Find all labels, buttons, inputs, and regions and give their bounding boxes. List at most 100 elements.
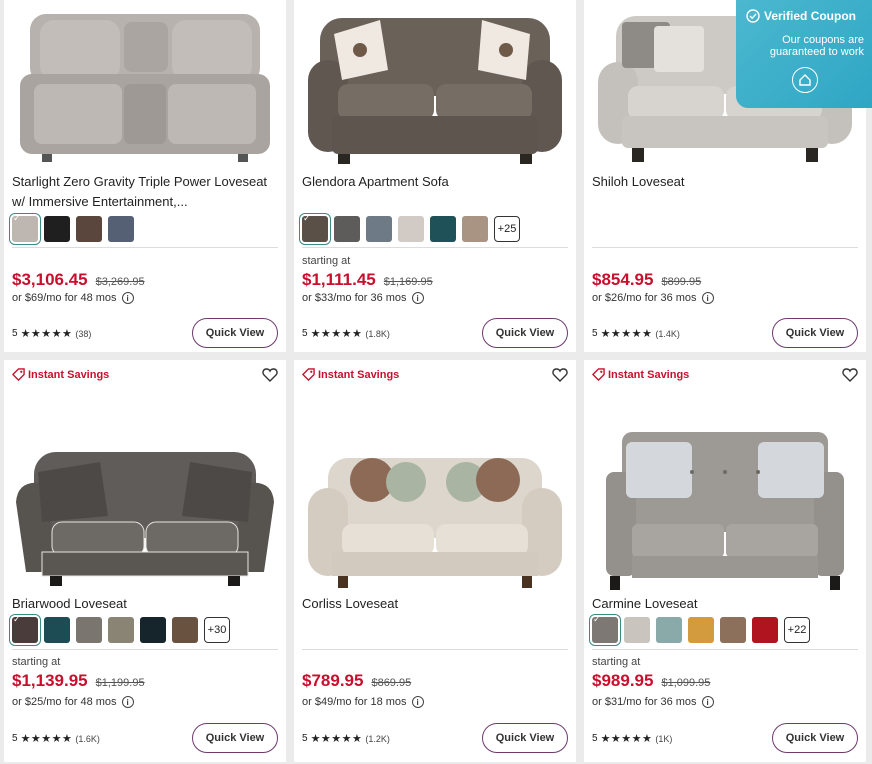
rating[interactable]: 5 ★★★★★ (1.4K) — [592, 327, 680, 340]
swatch[interactable] — [9, 614, 41, 646]
more-colors-button[interactable]: +25 — [494, 216, 520, 242]
financing-label: or $31/mo for 36 mos — [592, 696, 697, 708]
review-count: (1.2K) — [365, 733, 390, 744]
coupon-title-row: Verified Coupon — [746, 9, 856, 23]
swatch[interactable] — [462, 216, 488, 242]
swatch[interactable] — [76, 617, 102, 643]
quick-view-button[interactable]: Quick View — [192, 318, 278, 348]
sale-price: $789.95 — [302, 671, 364, 690]
swatch[interactable] — [398, 216, 424, 242]
swatch[interactable] — [44, 617, 70, 643]
rating[interactable]: 5 ★★★★★ (1.2K) — [302, 732, 390, 745]
divider — [12, 247, 278, 248]
swatch[interactable] — [589, 614, 621, 646]
badge-label: Instant Savings — [318, 368, 400, 381]
review-count: (1.8K) — [365, 328, 390, 339]
star-icons: ★★★★★ — [20, 328, 73, 340]
verified-coupon-widget[interactable]: Verified Coupon Our coupons are guarante… — [736, 0, 872, 108]
product-card: Instant Savings Carmine Loveseat ✓ +22 s… — [584, 360, 866, 762]
price-row: $1,111.45 $1,169.95 — [302, 270, 433, 290]
heart-icon[interactable] — [262, 367, 278, 383]
product-image[interactable] — [302, 4, 568, 166]
product-card: Glendora Apartment Sofa +25 starting at … — [294, 0, 576, 352]
product-name[interactable]: Corliss Loveseat — [302, 594, 568, 614]
coupon-logo-icon[interactable] — [792, 67, 818, 93]
financing-label: or $25/mo for 48 mos — [12, 696, 117, 708]
swatch[interactable] — [688, 617, 714, 643]
financing-text: or $69/mo for 48 mos i — [12, 292, 134, 304]
swatch[interactable] — [656, 617, 682, 643]
rating[interactable]: 5 ★★★★★ (1.6K) — [12, 732, 100, 745]
info-icon[interactable]: i — [701, 696, 714, 708]
product-name[interactable]: Briarwood Loveseat — [12, 594, 278, 614]
product-grid: Starlight Zero Gravity Triple Power Love… — [0, 0, 872, 764]
rating-value: 5 — [12, 733, 18, 744]
financing-label: or $69/mo for 48 mos — [12, 292, 117, 304]
swatch[interactable] — [44, 216, 70, 242]
product-name[interactable]: Starlight Zero Gravity Triple Power Love… — [12, 172, 278, 212]
quick-view-button[interactable]: Quick View — [772, 723, 858, 753]
swatch[interactable] — [108, 617, 134, 643]
rating[interactable]: 5 ★★★★★ (38) — [12, 327, 91, 340]
quick-view-button[interactable]: Quick View — [482, 318, 568, 348]
quick-view-button[interactable]: Quick View — [482, 723, 568, 753]
swatch[interactable] — [752, 617, 778, 643]
swatch[interactable] — [140, 617, 166, 643]
star-icons: ★★★★★ — [20, 733, 73, 745]
quick-view-button[interactable]: Quick View — [192, 723, 278, 753]
more-colors-button[interactable]: +22 — [784, 617, 810, 643]
sale-price: $1,139.95 — [12, 671, 88, 690]
info-icon[interactable]: i — [411, 292, 424, 304]
product-image[interactable] — [592, 412, 858, 592]
swatch[interactable] — [299, 213, 331, 245]
instant-savings-badge: Instant Savings — [12, 368, 109, 381]
instant-savings-badge: Instant Savings — [302, 368, 399, 381]
swatch[interactable] — [430, 216, 456, 242]
rating-value: 5 — [302, 328, 308, 339]
product-card: Starlight Zero Gravity Triple Power Love… — [4, 0, 286, 352]
product-name[interactable]: Glendora Apartment Sofa — [302, 172, 568, 192]
swatch[interactable] — [366, 216, 392, 242]
product-image[interactable] — [12, 4, 278, 166]
review-count: (1.6K) — [75, 733, 100, 744]
original-price: $869.95 — [371, 677, 412, 689]
badge-label: Instant Savings — [28, 368, 110, 381]
swatch[interactable] — [334, 216, 360, 242]
swatch[interactable] — [9, 213, 41, 245]
product-name[interactable]: Shiloh Loveseat — [592, 172, 858, 192]
rating-value: 5 — [592, 733, 598, 744]
price-row: $1,139.95 $1,199.95 — [12, 671, 145, 691]
coupon-subtitle: Our coupons are guaranteed to work — [769, 34, 864, 58]
swatch[interactable] — [108, 216, 134, 242]
original-price: $1,199.95 — [95, 677, 145, 689]
product-image[interactable] — [12, 412, 278, 592]
quick-view-button[interactable]: Quick View — [772, 318, 858, 348]
swatch[interactable] — [76, 216, 102, 242]
info-icon[interactable]: i — [121, 696, 134, 708]
heart-icon[interactable] — [552, 367, 568, 383]
swatch[interactable] — [624, 617, 650, 643]
info-icon[interactable]: i — [121, 292, 134, 304]
swatch[interactable] — [172, 617, 198, 643]
rating[interactable]: 5 ★★★★★ (1.8K) — [302, 327, 390, 340]
product-image[interactable] — [302, 412, 568, 592]
price-row: $789.95 $869.95 — [302, 671, 411, 691]
financing-text: or $49/mo for 18 mos i — [302, 696, 424, 708]
info-icon[interactable]: i — [411, 696, 424, 708]
swatch[interactable] — [720, 617, 746, 643]
original-price: $1,099.95 — [661, 677, 711, 689]
original-price: $3,269.95 — [95, 276, 145, 288]
price-row: $989.95 $1,099.95 — [592, 671, 710, 691]
tag-icon — [592, 368, 605, 381]
heart-icon[interactable] — [842, 367, 858, 383]
rating[interactable]: 5 ★★★★★ (1K) — [592, 732, 672, 745]
info-icon[interactable]: i — [701, 292, 714, 304]
financing-text: or $25/mo for 48 mos i — [12, 696, 134, 708]
product-name[interactable]: Carmine Loveseat — [592, 594, 858, 614]
rating-value: 5 — [12, 328, 18, 339]
more-colors-button[interactable]: +30 — [204, 617, 230, 643]
starting-at-label: starting at — [12, 656, 61, 668]
price-row: $3,106.45 $3,269.95 — [12, 270, 145, 290]
divider — [592, 247, 858, 248]
original-price: $1,169.95 — [383, 276, 433, 288]
